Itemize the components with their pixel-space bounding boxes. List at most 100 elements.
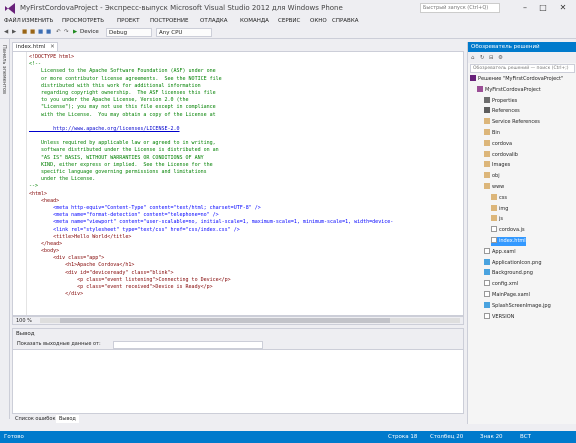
tree-item[interactable]: cordovalib	[484, 150, 518, 160]
tab-index-html[interactable]: index.html ✕	[12, 42, 58, 51]
code-line: KIND, either express or implied. See the…	[29, 161, 213, 168]
status-column: Столбец 20	[430, 434, 464, 440]
visual-studio-logo-icon	[5, 3, 15, 14]
tree-item-label: MainPage.xaml	[492, 292, 530, 298]
tree-item[interactable]: References	[484, 107, 520, 116]
platform-dropdown[interactable]: Any CPU	[156, 28, 212, 37]
back-icon[interactable]: ◀	[4, 28, 8, 37]
tree-item[interactable]: Решение "MyFirstCordovaProject"	[470, 75, 563, 84]
run-target-dropdown[interactable]: Device	[80, 28, 99, 37]
tree-item[interactable]: cordova.js	[491, 226, 525, 235]
tree-item[interactable]: MyFirstCordovaProject	[477, 85, 541, 95]
tree-item[interactable]: config.xml	[484, 280, 518, 289]
menu-edit[interactable]: ИЗМЕНИТЬ	[22, 16, 53, 26]
folder-icon	[491, 215, 497, 222]
tree-item-label: obj	[492, 173, 500, 180]
start-debug-icon[interactable]: ▶	[73, 28, 77, 37]
folder-icon	[491, 193, 497, 200]
tree-item-label: MyFirstCordovaProject	[485, 86, 541, 93]
new-project-icon[interactable]: ■	[22, 28, 27, 37]
forward-icon[interactable]: ▶	[12, 28, 16, 37]
save-all-icon[interactable]: ■	[46, 28, 51, 37]
menu-file[interactable]: ФАЙЛ	[4, 16, 21, 26]
output-source-dropdown[interactable]	[113, 341, 263, 349]
menu-project[interactable]: ПРОЕКТ	[117, 16, 140, 26]
tree-item[interactable]: obj	[484, 172, 500, 181]
file-icon	[491, 237, 497, 243]
toolbox-label[interactable]: Панель элементов	[1, 45, 7, 94]
zoom-level[interactable]: 100 %	[16, 318, 32, 324]
tree-item[interactable]: www	[484, 183, 504, 192]
home-icon[interactable]: ⌂	[471, 54, 475, 63]
properties-icon	[484, 96, 490, 103]
tree-item[interactable]: App.xaml	[484, 247, 516, 257]
code-line: <p class="event listening">Connecting to…	[29, 276, 231, 283]
code-line: Unless required by applicable law or agr…	[29, 140, 216, 147]
save-icon[interactable]: ■	[38, 28, 43, 37]
tree-item[interactable]: Properties	[484, 96, 517, 106]
tree-item[interactable]: Bin	[484, 129, 500, 138]
tree-item-label: config.xml	[492, 281, 519, 288]
quick-launch-input[interactable]: Быстрый запуск (Ctrl+Q)	[420, 3, 500, 13]
folder-icon	[484, 161, 490, 168]
menu-team[interactable]: КОМАНДА	[240, 16, 269, 26]
image-icon	[484, 301, 490, 308]
solution-icon	[470, 75, 476, 81]
menu-tools[interactable]: СЕРВИС	[278, 16, 300, 26]
minimize-button[interactable]: –	[518, 2, 532, 14]
properties-icon[interactable]: ⚙	[498, 54, 503, 63]
tree-item[interactable]: Service References	[484, 118, 540, 127]
code-line: <div id="deviceready" class="blink">	[29, 269, 174, 276]
tab-close-icon[interactable]: ✕	[50, 44, 55, 50]
undo-icon[interactable]: ↶	[56, 28, 61, 37]
configuration-dropdown[interactable]: Debug	[106, 28, 152, 37]
tree-item[interactable]: MainPage.xaml	[484, 291, 530, 300]
solution-explorer: Обозреватель решений ⌂ ↻ ⊟ ⚙ Обозревател…	[467, 42, 576, 424]
menu-window[interactable]: ОКНО	[310, 16, 327, 26]
code-line: <meta name="viewport" content="user-scal…	[29, 219, 394, 226]
solution-search-input[interactable]: Обозреватель решений — поиск (Ctrl+;)	[470, 64, 575, 73]
file-icon	[491, 226, 497, 233]
menu-view[interactable]: ПРОСМОТРЕТЬ	[62, 16, 104, 26]
tree-item[interactable]: js	[491, 215, 503, 224]
collapse-all-icon[interactable]: ⊟	[489, 54, 494, 63]
tree-item-label: ApplicationIcon.png	[492, 259, 542, 266]
tree-item-label: cordovalib	[492, 151, 518, 158]
open-icon[interactable]: ■	[30, 28, 35, 37]
tree-item[interactable]: ApplicationIcon.png	[484, 258, 542, 268]
tree-item[interactable]: Images	[484, 161, 510, 170]
maximize-button[interactable]: □	[536, 2, 550, 14]
tab-error-list[interactable]: Список ошибок	[12, 415, 58, 423]
tree-item[interactable]: index.html	[491, 237, 526, 246]
tree-item[interactable]: SplashScreenImage.jpg	[484, 301, 551, 311]
tree-item-label: References	[492, 108, 520, 115]
menu-build[interactable]: ПОСТРОЕНИЕ	[150, 16, 189, 26]
code-line: <h1>Apache Cordova</h1>	[29, 262, 135, 269]
solution-explorer-title: Обозреватель решений	[471, 44, 540, 50]
code-content[interactable]: <!DOCTYPE html> <!-- Licensed to the Apac…	[29, 54, 393, 298]
code-editor[interactable]: <!DOCTYPE html> <!-- Licensed to the Apac…	[12, 51, 464, 316]
menu-help[interactable]: СПРАВКА	[332, 16, 359, 26]
tree-item[interactable]: VERSION	[484, 312, 514, 322]
bottom-tabs: Список ошибок Вывод	[12, 414, 464, 423]
code-line: or more contributor license agreements. …	[29, 75, 222, 82]
toolbox-strip[interactable]: Панель элементов	[0, 39, 10, 419]
tree-item-label: cordova.js	[499, 227, 525, 234]
menu-debug[interactable]: ОТЛАДКА	[200, 16, 228, 26]
tree-item[interactable]: css	[491, 193, 507, 203]
tree-item-label: index.html	[499, 238, 526, 244]
redo-icon[interactable]: ↷	[64, 28, 69, 37]
close-button[interactable]: ✕	[556, 2, 570, 14]
solution-explorer-header: Обозреватель решений	[468, 42, 576, 52]
folder-icon	[484, 139, 490, 146]
refresh-icon[interactable]: ↻	[480, 54, 485, 63]
tree-item[interactable]: Background.png	[484, 269, 533, 278]
tree-item[interactable]: cordova	[484, 139, 512, 149]
status-insert-mode: ВСТ	[520, 434, 531, 440]
horizontal-scrollbar-thumb[interactable]	[60, 318, 390, 323]
code-line: Licensed to the Apache Software Foundati…	[29, 68, 216, 75]
tab-output[interactable]: Вывод	[56, 415, 79, 423]
tree-item[interactable]: img	[491, 204, 508, 214]
